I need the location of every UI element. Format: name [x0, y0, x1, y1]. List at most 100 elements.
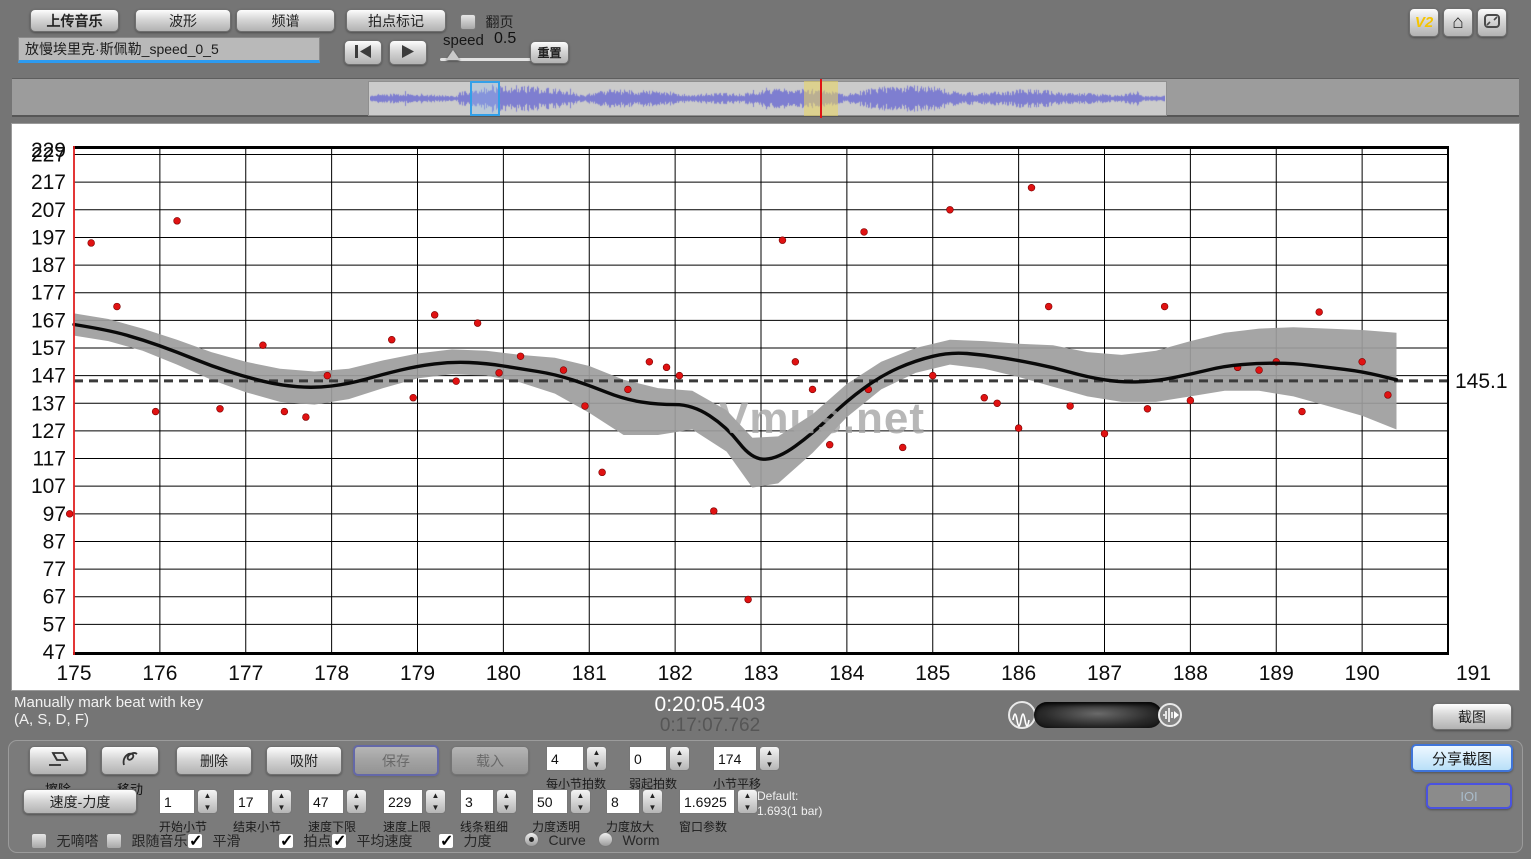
checkbox-smooth[interactable]: 平滑	[187, 831, 240, 851]
page-flip-checkbox[interactable]: 翻页	[460, 12, 513, 32]
step-down-icon[interactable]: ▼	[670, 759, 689, 771]
svg-text:97: 97	[43, 503, 66, 526]
stepper-buttons[interactable]: ▲▼	[759, 746, 780, 771]
checkbox-dynamics[interactable]: 力度	[438, 831, 491, 851]
ioi-button[interactable]: IOI	[1426, 783, 1512, 809]
waveform-button[interactable]: 波形	[135, 9, 231, 32]
tempo-chart-panel[interactable]: 4757677787971071171271371471571671771871…	[11, 123, 1520, 691]
radio-worm[interactable]: Worm	[598, 831, 660, 849]
step-down-icon[interactable]: ▼	[738, 802, 757, 814]
step-up-icon[interactable]: ▲	[571, 790, 590, 802]
play-icon	[401, 45, 415, 58]
step-down-icon[interactable]: ▼	[272, 802, 291, 814]
step-up-icon[interactable]: ▲	[643, 790, 662, 802]
radio-icon[interactable]	[598, 832, 613, 847]
home-button[interactable]: ⌂	[1443, 8, 1473, 37]
beat-marks-button[interactable]: 拍点标记	[346, 9, 446, 32]
waveform-selection[interactable]	[470, 81, 500, 116]
stepper-buttons[interactable]: ▲▼	[197, 789, 218, 814]
playhead-line[interactable]	[820, 79, 822, 118]
stepper-buttons[interactable]: ▲▼	[586, 746, 607, 771]
checkbox-icon[interactable]	[460, 14, 476, 30]
screenshot-button[interactable]: 截图	[1432, 703, 1512, 730]
speed-min-input[interactable]	[308, 789, 344, 814]
svg-text:47: 47	[43, 641, 66, 664]
speed-dynamics-mode-button[interactable]: 速度-力度	[23, 789, 137, 814]
step-down-icon[interactable]: ▼	[198, 802, 217, 814]
bar-shift-input[interactable]	[713, 746, 757, 771]
step-down-icon[interactable]: ▼	[426, 802, 445, 814]
skip-to-start-button[interactable]	[344, 40, 382, 65]
step-up-icon[interactable]: ▲	[426, 790, 445, 802]
step-down-icon[interactable]: ▼	[497, 802, 516, 814]
checkbox-average-speed[interactable]: 平均速度	[331, 831, 412, 851]
play-button[interactable]	[389, 40, 427, 65]
stepper-buttons[interactable]: ▲▼	[496, 789, 517, 814]
checkbox-no-tick[interactable]: 无嘀嗒	[31, 831, 98, 851]
default-window-note: Default: 1.693(1 bar)	[757, 789, 822, 819]
checkbox-beats[interactable]: 拍点	[278, 831, 331, 851]
start-bar-input[interactable]	[159, 789, 195, 814]
step-up-icon[interactable]: ▲	[738, 790, 757, 802]
dynamics-scale-input[interactable]	[606, 789, 640, 814]
speed-slider[interactable]	[440, 58, 536, 61]
dynamics-opacity-input[interactable]	[532, 789, 568, 814]
load-button[interactable]: 载入	[451, 746, 529, 775]
step-up-icon[interactable]: ▲	[347, 790, 366, 802]
stepper-buttons[interactable]: ▲▼	[570, 789, 591, 814]
tempo-chart[interactable]: 4757677787971071171271371471571671771871…	[12, 124, 1519, 690]
step-up-icon[interactable]: ▲	[760, 747, 779, 759]
waveform-overview-panel[interactable]	[12, 78, 1519, 117]
stepper-buttons[interactable]: ▲▼	[271, 789, 292, 814]
stepper-buttons[interactable]: ▲▼	[669, 746, 690, 771]
reset-button[interactable]: 重置	[530, 41, 569, 64]
beats-per-bar-input[interactable]	[546, 746, 584, 771]
snap-button[interactable]: 吸附	[266, 746, 342, 775]
stepper-buttons[interactable]: ▲▼	[425, 789, 446, 814]
end-bar-input[interactable]	[233, 789, 269, 814]
spectrum-button[interactable]: 频谱	[236, 9, 335, 32]
step-down-icon[interactable]: ▼	[347, 802, 366, 814]
svg-text:189: 189	[1259, 662, 1294, 685]
checkbox-icon[interactable]	[438, 833, 454, 849]
window-param-input[interactable]	[679, 789, 735, 814]
step-up-icon[interactable]: ▲	[670, 747, 689, 759]
svg-text:77: 77	[43, 558, 66, 581]
delete-button[interactable]: 删除	[176, 746, 252, 775]
svg-text:186: 186	[1001, 662, 1036, 685]
stepper-buttons[interactable]: ▲▼	[737, 789, 758, 814]
checkbox-icon[interactable]	[187, 833, 203, 849]
step-up-icon[interactable]: ▲	[272, 790, 291, 802]
volume-slider[interactable]	[1034, 702, 1162, 728]
radio-curve[interactable]: Curve	[524, 831, 586, 849]
fullscreen-button[interactable]	[1477, 8, 1507, 37]
filename-input[interactable]	[18, 37, 320, 63]
save-button[interactable]: 保存	[353, 745, 439, 776]
checkbox-icon[interactable]	[106, 833, 122, 849]
stepper-buttons[interactable]: ▲▼	[642, 789, 663, 814]
stepper-buttons[interactable]: ▲▼	[346, 789, 367, 814]
share-screenshot-button[interactable]: 分享截图	[1411, 744, 1513, 772]
speed-max-input[interactable]	[383, 789, 423, 814]
step-down-icon[interactable]: ▼	[643, 802, 662, 814]
version-button[interactable]: V2	[1409, 8, 1439, 37]
step-up-icon[interactable]: ▲	[198, 790, 217, 802]
step-up-icon[interactable]: ▲	[497, 790, 516, 802]
step-down-icon[interactable]: ▼	[587, 759, 606, 771]
pen-move-icon	[120, 750, 140, 768]
svg-text:217: 217	[31, 171, 66, 194]
pickup-beats-input[interactable]	[629, 746, 667, 771]
step-down-icon[interactable]: ▼	[760, 759, 779, 771]
checkbox-icon[interactable]	[31, 833, 47, 849]
step-down-icon[interactable]: ▼	[571, 802, 590, 814]
checkbox-follow-music[interactable]: 跟随音乐	[106, 831, 187, 851]
checkbox-icon[interactable]	[278, 833, 294, 849]
checkbox-icon[interactable]	[331, 833, 347, 849]
step-up-icon[interactable]: ▲	[587, 747, 606, 759]
erase-tool-button[interactable]	[29, 746, 87, 775]
radio-icon[interactable]	[524, 832, 539, 847]
line-width-input[interactable]	[460, 789, 494, 814]
move-tool-button[interactable]	[101, 746, 159, 775]
speed-slider-thumb[interactable]	[446, 50, 460, 60]
upload-music-button[interactable]: 上传音乐	[30, 9, 119, 32]
